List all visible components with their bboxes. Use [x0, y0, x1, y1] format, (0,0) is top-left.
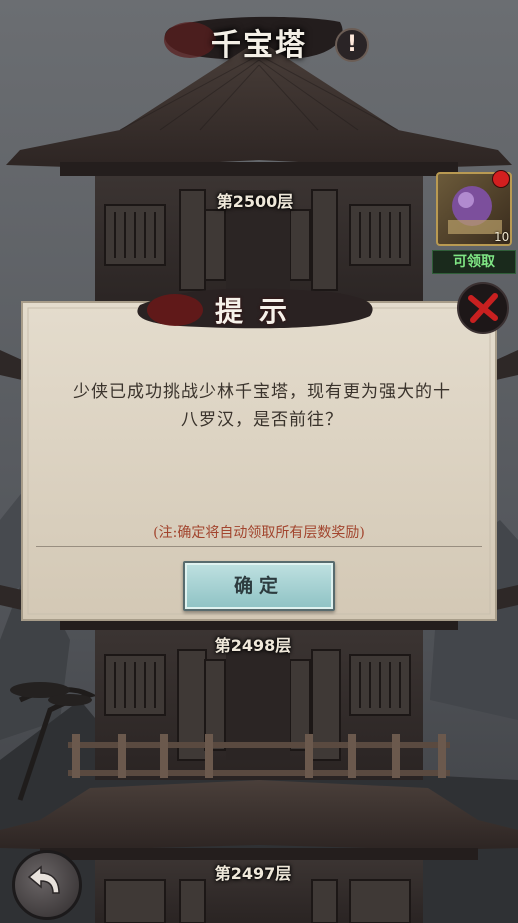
dialog-message: 少侠已成功挑战少林千宝塔，现有更为强大的十八罗汉，是否前往？	[73, 382, 451, 430]
dialog-note: (注:确定将自动领取所有层数奖励)	[153, 525, 365, 541]
floor-label-bottom: 第2497层	[214, 864, 292, 883]
floor-label-mid: 第2498层	[214, 636, 292, 655]
info-button[interactable]: !	[335, 28, 369, 62]
floor-label-top: 第2500层	[216, 192, 294, 211]
header: 千宝塔 !	[0, 0, 518, 80]
claim-button[interactable]: 可领取	[432, 250, 516, 274]
back-button[interactable]	[12, 850, 82, 920]
notification-dot-icon	[492, 170, 510, 188]
floor-reward[interactable]: 10 可领取	[432, 170, 516, 274]
prompt-dialog: 提示 少侠已成功挑战少林千宝塔，现有更为强大的十八罗汉，是否前往？ (注:确定将…	[22, 295, 496, 620]
back-arrow-icon	[27, 865, 60, 894]
dialog-divider	[36, 546, 482, 547]
page-title: 千宝塔	[211, 28, 307, 63]
dialog-title: 提示	[214, 295, 303, 328]
exclamation-icon: !	[346, 32, 358, 57]
confirm-button[interactable]: 确定	[183, 561, 335, 611]
reward-count: 10	[494, 230, 510, 244]
